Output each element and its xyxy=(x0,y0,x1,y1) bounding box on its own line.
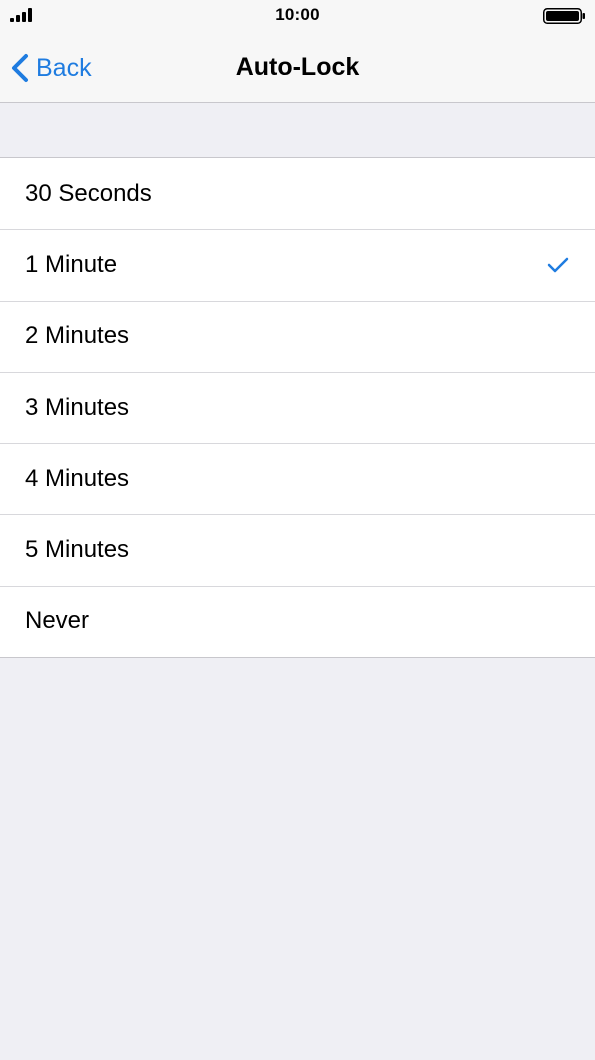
option-label: 2 Minutes xyxy=(25,322,130,350)
option-2-minutes[interactable]: 2 Minutes xyxy=(0,300,595,372)
option-label: 1 Minute xyxy=(25,250,118,278)
option-30-seconds[interactable]: 30 Seconds xyxy=(0,158,595,229)
status-time: 10:00 xyxy=(275,5,320,24)
option-label: Never xyxy=(25,607,90,635)
option-label: 5 Minutes xyxy=(25,536,130,564)
page-title: Auto-Lock xyxy=(235,53,360,81)
battery-icon xyxy=(543,8,585,24)
option-5-minutes[interactable]: 5 Minutes xyxy=(0,514,595,585)
auto-lock-options-list: 30 Seconds 1 Minute 2 Minutes 3 Minutes … xyxy=(0,157,595,659)
option-3-minutes[interactable]: 3 Minutes xyxy=(0,371,595,443)
status-bar: 10:00 xyxy=(0,0,595,36)
option-label: 3 Minutes xyxy=(25,393,130,421)
option-4-minutes[interactable]: 4 Minutes xyxy=(0,443,595,514)
option-1-minute[interactable]: 1 Minute xyxy=(0,229,595,300)
option-never[interactable]: Never xyxy=(0,585,595,657)
option-label: 4 Minutes xyxy=(25,464,130,492)
option-label: 30 Seconds xyxy=(25,179,152,207)
navigation-bar: Back Auto-Lock xyxy=(0,36,595,103)
checkmark-icon xyxy=(547,257,569,273)
